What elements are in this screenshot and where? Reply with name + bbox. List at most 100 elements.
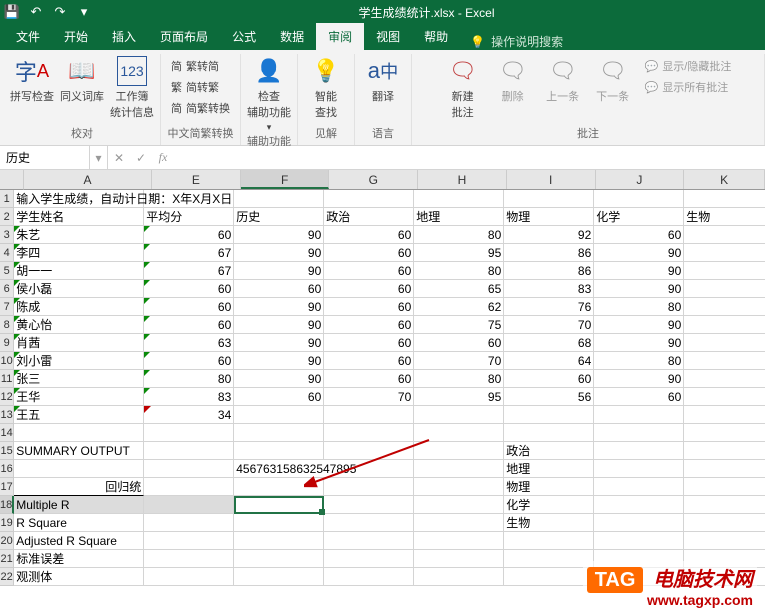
cell[interactable]: 80 <box>414 262 504 280</box>
cell[interactable]: 67 <box>144 262 234 280</box>
cell[interactable] <box>14 460 144 478</box>
cell[interactable] <box>144 496 234 514</box>
row-header-3[interactable]: 3 <box>0 226 14 244</box>
cell[interactable]: 60 <box>234 280 324 298</box>
cell[interactable]: 60 <box>324 370 414 388</box>
show-all-comments-button[interactable]: 💬显示所有批注 <box>641 77 736 97</box>
cell[interactable] <box>14 424 144 442</box>
cell[interactable] <box>684 226 765 244</box>
cell[interactable] <box>684 316 765 334</box>
cell[interactable]: 60 <box>144 316 234 334</box>
cell[interactable] <box>594 442 684 460</box>
cell[interactable] <box>594 460 684 478</box>
cell[interactable] <box>324 514 414 532</box>
cancel-icon[interactable]: ✕ <box>108 151 130 165</box>
cell[interactable]: 60 <box>234 388 324 406</box>
cell[interactable]: 政治 <box>324 208 414 226</box>
cell[interactable]: 观测体 <box>14 568 144 586</box>
tab-file[interactable]: 文件 <box>4 23 52 50</box>
row-header-18[interactable]: 18 <box>0 496 14 514</box>
cell[interactable]: 化学 <box>594 208 684 226</box>
cell[interactable] <box>504 532 594 550</box>
delete-comment-button[interactable]: 🗨 删除 <box>491 56 535 104</box>
cell[interactable]: 80 <box>594 352 684 370</box>
cell[interactable]: 90 <box>594 334 684 352</box>
prev-comment-button[interactable]: 🗨 上一条 <box>541 56 585 104</box>
cell[interactable]: R Square <box>14 514 144 532</box>
cell[interactable]: 输入学生成绩，自动计日期：X年X月X日 <box>14 190 144 208</box>
namebox-dropdown-icon[interactable]: ▾ <box>90 146 108 169</box>
cell[interactable] <box>414 424 504 442</box>
cell[interactable] <box>234 190 324 208</box>
tab-insert[interactable]: 插入 <box>100 23 148 50</box>
cell[interactable]: 侯小磊 <box>14 280 144 298</box>
cell[interactable] <box>684 388 765 406</box>
cell[interactable]: 90 <box>594 262 684 280</box>
smart-lookup-button[interactable]: 💡 智能 查找 <box>304 56 348 120</box>
row-header-9[interactable]: 9 <box>0 334 14 352</box>
cell[interactable]: 70 <box>504 316 594 334</box>
formula-input[interactable] <box>174 146 765 169</box>
row-headers[interactable]: 12345678910111213141516171819202122 <box>0 190 14 586</box>
cell[interactable]: 90 <box>234 370 324 388</box>
cell[interactable]: 80 <box>414 370 504 388</box>
row-header-12[interactable]: 12 <box>0 388 14 406</box>
cell[interactable] <box>684 352 765 370</box>
cell[interactable] <box>234 550 324 568</box>
cell[interactable]: 回归统 <box>14 478 144 496</box>
cell[interactable] <box>144 550 234 568</box>
cell[interactable] <box>144 532 234 550</box>
cell[interactable]: 70 <box>324 388 414 406</box>
cell[interactable]: 90 <box>594 244 684 262</box>
cell[interactable] <box>414 406 504 424</box>
cell[interactable] <box>594 496 684 514</box>
cell[interactable]: 60 <box>594 388 684 406</box>
row-header-14[interactable]: 14 <box>0 424 14 442</box>
cell[interactable] <box>594 478 684 496</box>
cell[interactable]: 86 <box>504 244 594 262</box>
tell-me-search[interactable]: 💡 操作说明搜索 <box>460 33 573 50</box>
row-header-8[interactable]: 8 <box>0 316 14 334</box>
cell[interactable] <box>504 424 594 442</box>
col-header-F[interactable]: F <box>241 170 330 189</box>
cell[interactable]: 平均分 <box>144 208 234 226</box>
cell[interactable] <box>684 262 765 280</box>
cell[interactable]: 60 <box>144 280 234 298</box>
row-header-1[interactable]: 1 <box>0 190 14 208</box>
cell[interactable] <box>684 460 765 478</box>
cell[interactable]: 75 <box>414 316 504 334</box>
cell[interactable]: 95 <box>414 244 504 262</box>
cell[interactable] <box>594 514 684 532</box>
qat-more-icon[interactable]: ▾ <box>76 4 92 20</box>
next-comment-button[interactable]: 🗨 下一条 <box>591 56 635 104</box>
cell[interactable] <box>414 478 504 496</box>
thesaurus-button[interactable]: 📖 同义词库 <box>60 56 104 104</box>
cell[interactable]: 60 <box>324 298 414 316</box>
cell[interactable]: 456763158632547895 <box>234 460 324 478</box>
row-header-15[interactable]: 15 <box>0 442 14 460</box>
cell[interactable] <box>324 424 414 442</box>
cell[interactable] <box>414 532 504 550</box>
cell[interactable]: 90 <box>234 226 324 244</box>
cell[interactable]: 胡一一 <box>14 262 144 280</box>
cell[interactable]: 地理 <box>504 460 594 478</box>
cell[interactable]: 83 <box>504 280 594 298</box>
cell[interactable]: 张三 <box>14 370 144 388</box>
cell[interactable]: 90 <box>234 352 324 370</box>
cell[interactable] <box>144 568 234 586</box>
cell[interactable]: 生物 <box>684 208 765 226</box>
cell[interactable]: 64 <box>504 352 594 370</box>
cell[interactable] <box>684 496 765 514</box>
row-header-10[interactable]: 10 <box>0 352 14 370</box>
simp-to-trad-button[interactable]: 繁简转繁 <box>167 77 234 97</box>
row-header-20[interactable]: 20 <box>0 532 14 550</box>
cell[interactable] <box>234 442 324 460</box>
row-header-13[interactable]: 13 <box>0 406 14 424</box>
cell[interactable]: 90 <box>234 298 324 316</box>
cell[interactable]: Adjusted R Square <box>14 532 144 550</box>
cell[interactable]: 63 <box>144 334 234 352</box>
cell[interactable] <box>144 514 234 532</box>
cell[interactable]: 90 <box>234 244 324 262</box>
cell[interactable]: 90 <box>234 262 324 280</box>
col-header-A[interactable]: A <box>24 170 152 189</box>
